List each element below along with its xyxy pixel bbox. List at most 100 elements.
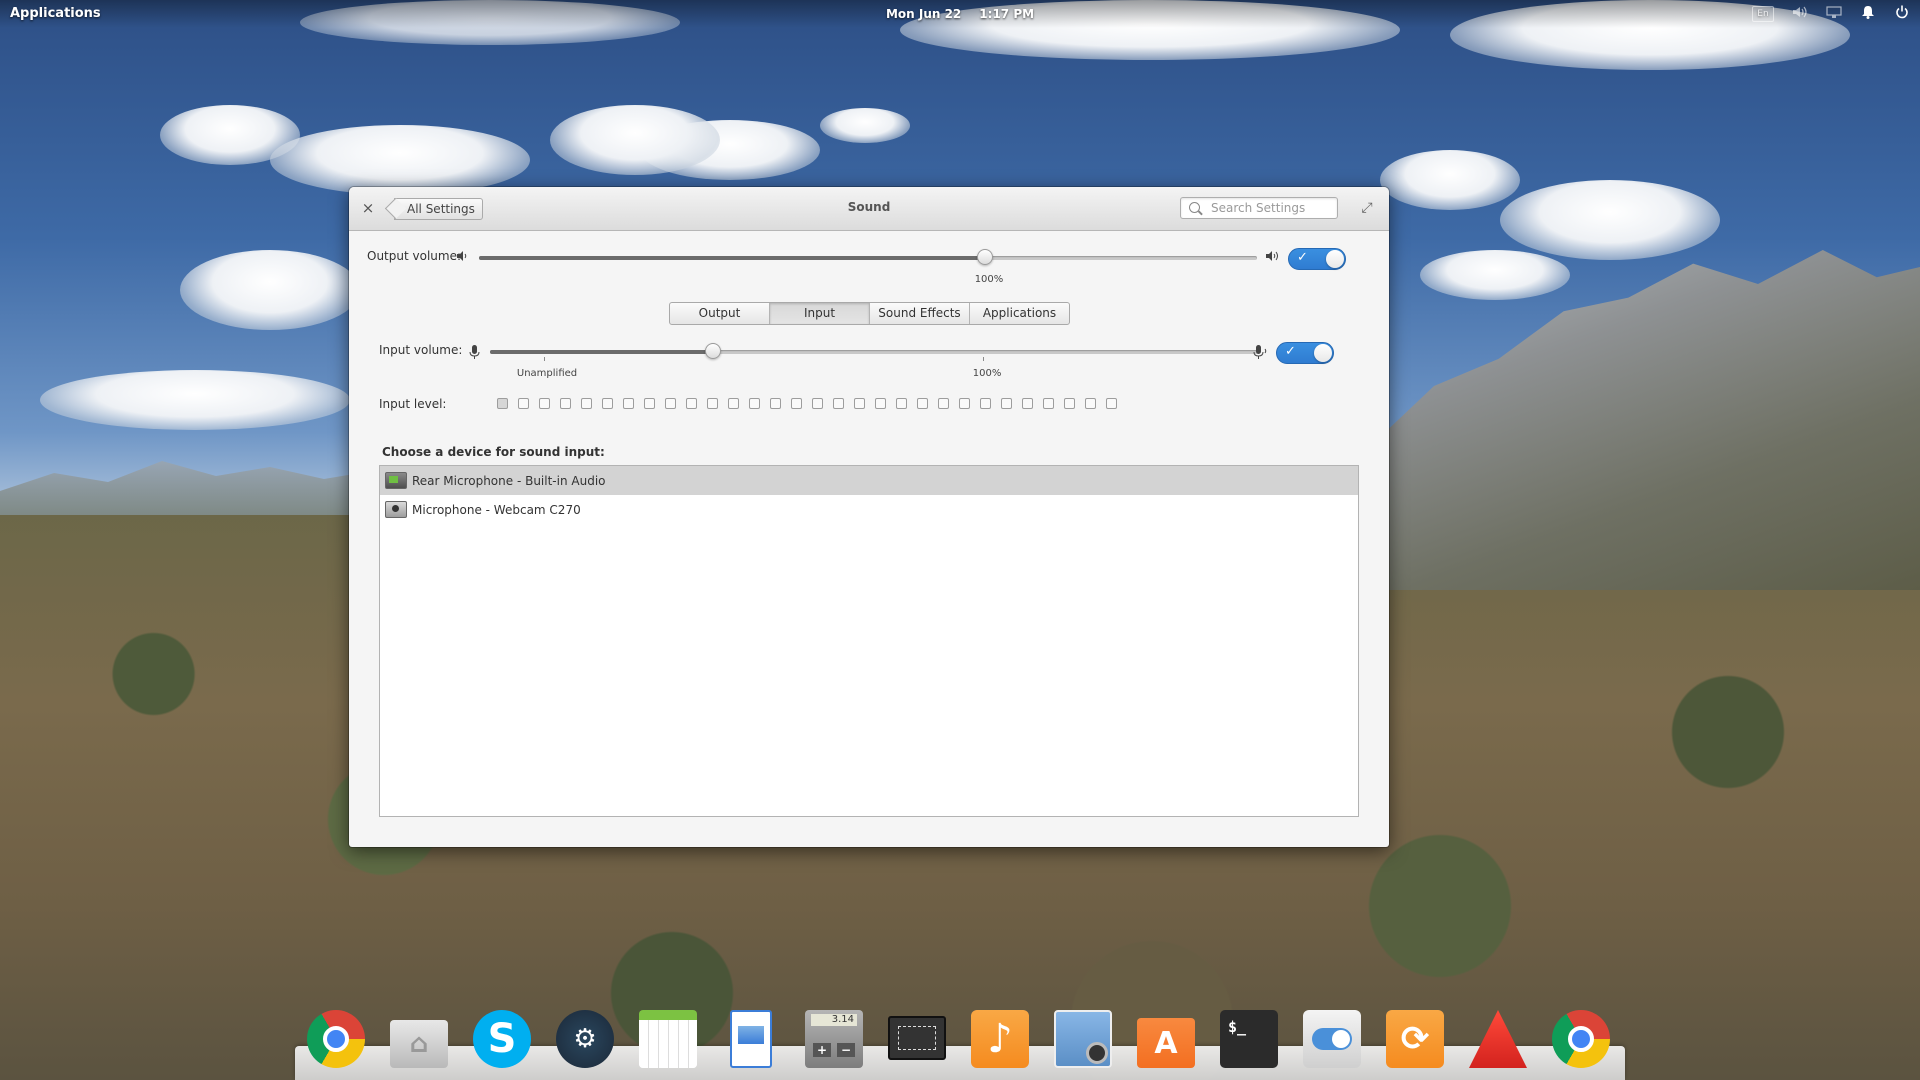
input-level-cell (1085, 398, 1096, 409)
terminal-graphic: $_ (1220, 1010, 1278, 1068)
output-volume-label: Output volume: (367, 249, 461, 263)
device-label: Rear Microphone - Built-in Audio (412, 473, 606, 488)
input-level-cell (896, 398, 907, 409)
chrome-icon[interactable] (307, 1010, 365, 1068)
input-volume-handle[interactable] (705, 343, 722, 359)
skype-graphic: S (473, 1010, 531, 1068)
volume-high-icon (1265, 250, 1281, 265)
system-settings-icon[interactable] (1303, 1010, 1361, 1068)
cloud (40, 370, 350, 430)
window-titlebar: × All Settings Sound ⤢ (349, 187, 1389, 231)
calendar-icon[interactable] (639, 1010, 697, 1068)
search-input[interactable] (1209, 200, 1333, 216)
applications-menu[interactable]: Applications (10, 6, 101, 21)
steam-icon[interactable]: ⚙ (556, 1010, 614, 1068)
files-icon[interactable]: ⌂ (390, 1010, 448, 1068)
steam-graphic: ⚙ (556, 1010, 614, 1068)
cloud (180, 250, 360, 330)
photos-graphic (1054, 1010, 1112, 1068)
input-level-cell (980, 398, 991, 409)
microphone-high-icon (1253, 344, 1269, 363)
calculator-icon[interactable]: 3.14 + − (805, 1010, 863, 1068)
app-center-icon[interactable]: A (1137, 1010, 1195, 1068)
power-icon[interactable] (1894, 5, 1910, 23)
tab-applications[interactable]: Applications (970, 303, 1069, 324)
screenshot-graphic (888, 1016, 946, 1060)
notifications-icon[interactable] (1860, 5, 1876, 23)
terminal-prompt: $_ (1228, 1018, 1247, 1036)
unamplified-mark: Unamplified (516, 368, 578, 379)
input-level-cell (560, 398, 571, 409)
microphone-low-icon (469, 344, 481, 363)
screenshot-icon[interactable] (888, 1010, 946, 1068)
input-level-cell (686, 398, 697, 409)
input-level-cell (749, 398, 760, 409)
volume-low-icon (456, 250, 470, 265)
app-center-graphic: A (1137, 1018, 1195, 1068)
switch-thumb (1314, 344, 1332, 362)
device-row-webcam-microphone[interactable]: Microphone - Webcam C270 (380, 495, 1358, 524)
music-graphic: ♪ (971, 1010, 1029, 1068)
output-mute-switch[interactable]: ✓ (1288, 248, 1346, 270)
input-mute-switch[interactable]: ✓ (1276, 342, 1334, 364)
top-panel: Applications Mon Jun 22 1:17 PM En (0, 0, 1920, 28)
mountain-range (1380, 250, 1920, 590)
red-triangle-app-icon[interactable] (1469, 1010, 1527, 1068)
cloud (270, 125, 530, 195)
input-100-mark: 100% (972, 368, 1002, 379)
input-level-cell (1001, 398, 1012, 409)
cloud (550, 105, 720, 175)
volume-icon[interactable] (1792, 5, 1808, 23)
distant-mountains (0, 461, 360, 515)
calculator-graphic: 3.14 + − (805, 1010, 863, 1068)
input-volume-fill (490, 350, 714, 354)
input-level-cell (1022, 398, 1033, 409)
document-viewer-icon[interactable] (722, 1010, 780, 1068)
skype-icon[interactable]: S (473, 1010, 531, 1068)
device-row-rear-microphone[interactable]: Rear Microphone - Built-in Audio (380, 466, 1358, 495)
output-volume-fill (479, 256, 985, 260)
sound-tabs: Output Input Sound Effects Applications (669, 302, 1070, 325)
input-level-cell (833, 398, 844, 409)
output-100-mark: 100% (974, 274, 1004, 285)
input-level-label: Input level: (379, 397, 447, 411)
music-icon[interactable]: ♪ (971, 1010, 1029, 1068)
input-level-cell (623, 398, 634, 409)
maximize-icon[interactable]: ⤢ (1359, 200, 1375, 216)
system-settings-graphic (1303, 1010, 1361, 1068)
chrome-icon[interactable] (1552, 1010, 1610, 1068)
search-settings-field[interactable] (1180, 197, 1338, 219)
input-level-cell (791, 398, 802, 409)
tab-input[interactable]: Input (770, 303, 870, 324)
device-section-title: Choose a device for sound input: (382, 445, 605, 459)
calculator-display: 3.14 (811, 1014, 857, 1026)
tab-output[interactable]: Output (670, 303, 770, 324)
output-volume-slider[interactable] (479, 249, 1257, 265)
files-graphic: ⌂ (390, 1020, 448, 1068)
keyboard-layout-icon[interactable]: En (1752, 6, 1774, 22)
input-level-cell (497, 398, 508, 409)
input-level-cell (917, 398, 928, 409)
webcam-icon (385, 501, 407, 518)
input-level-cell (1064, 398, 1075, 409)
terminal-icon[interactable]: $_ (1220, 1010, 1278, 1068)
input-volume-label: Input volume: (379, 343, 463, 357)
device-label: Microphone - Webcam C270 (412, 502, 581, 517)
panel-clock[interactable]: Mon Jun 22 1:17 PM (886, 7, 1034, 21)
sound-card-icon (385, 472, 407, 489)
input-level-cell (959, 398, 970, 409)
input-level-cell (665, 398, 676, 409)
input-level-cell (1106, 398, 1117, 409)
software-updater-icon[interactable]: ⟳ (1386, 1010, 1444, 1068)
input-level-cell (539, 398, 550, 409)
input-level-cell (812, 398, 823, 409)
tab-sound-effects[interactable]: Sound Effects (870, 303, 970, 324)
input-volume-slider[interactable] (490, 343, 1260, 359)
document-viewer-graphic (730, 1010, 772, 1068)
network-icon[interactable] (1826, 5, 1842, 23)
photos-icon[interactable] (1054, 1010, 1112, 1068)
input-level-cell (707, 398, 718, 409)
input-level-cell (644, 398, 655, 409)
output-volume-handle[interactable] (976, 249, 993, 265)
software-updater-graphic: ⟳ (1386, 1010, 1444, 1068)
